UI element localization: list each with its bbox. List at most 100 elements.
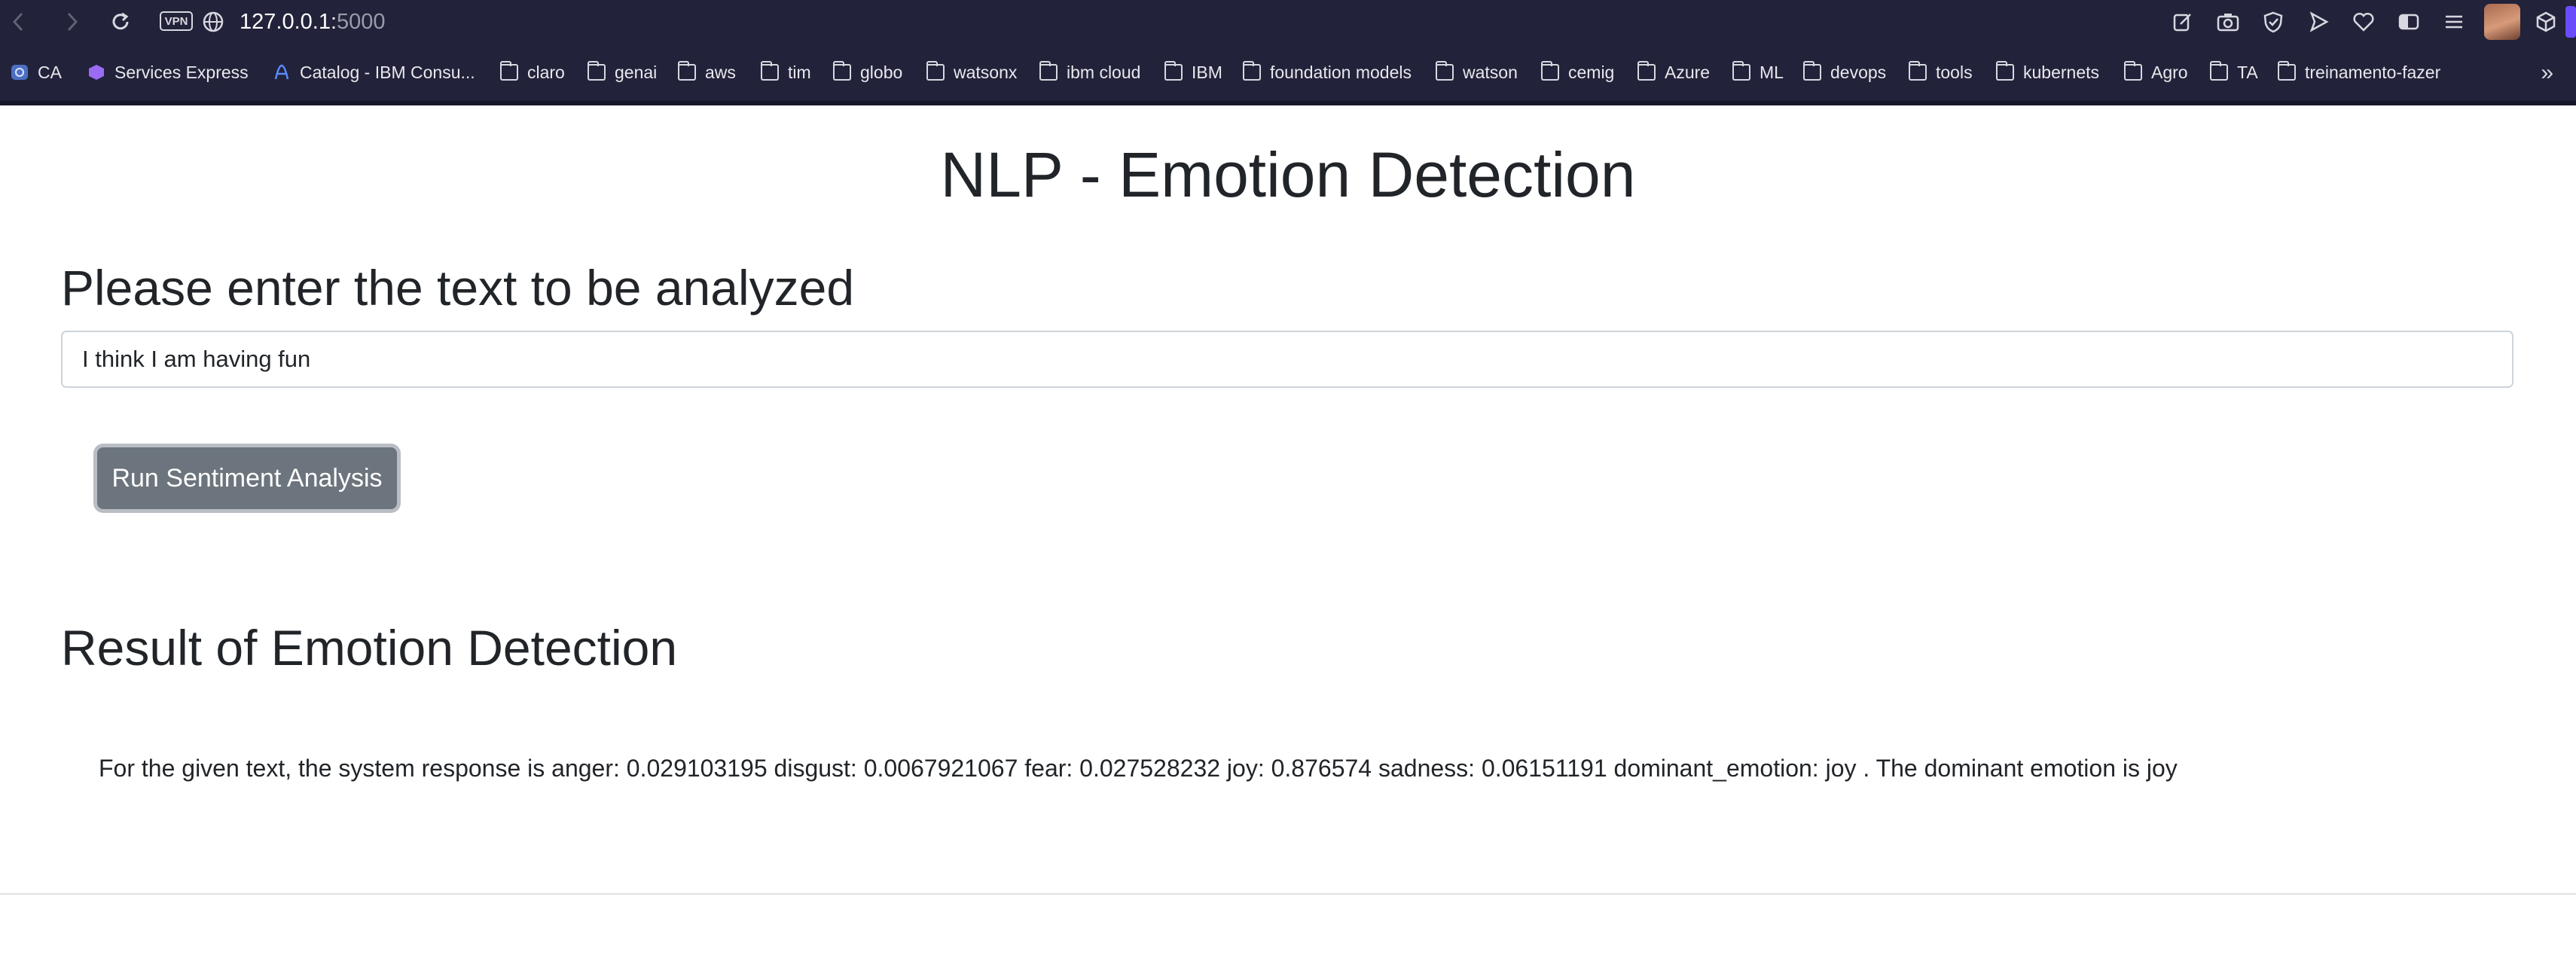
folder-icon xyxy=(500,61,518,81)
bookmark-folder[interactable]: watson xyxy=(1436,44,1518,101)
folder-icon xyxy=(926,61,945,81)
bookmark-folder[interactable]: foundation models xyxy=(1243,44,1412,101)
page-title: NLP - Emotion Detection xyxy=(940,139,1636,210)
bookmark-folder[interactable]: ML xyxy=(1732,44,1784,101)
url-host: 127.0.0.1: xyxy=(240,10,337,34)
sidebar-toggle[interactable] xyxy=(2386,0,2431,44)
bookmark-catalog[interactable]: Catalog - IBM Consu... xyxy=(273,44,475,101)
forward-button[interactable] xyxy=(57,7,87,37)
catalog-icon xyxy=(274,64,289,80)
run-sentiment-analysis-button[interactable]: Run Sentiment Analysis xyxy=(97,447,397,509)
ca-icon xyxy=(11,65,28,80)
send-icon xyxy=(2309,11,2329,32)
bookmark-folder[interactable]: tools xyxy=(1909,44,1973,101)
globe-icon xyxy=(203,11,224,32)
bookmark-folder[interactable]: watsonx xyxy=(926,44,1017,101)
reload-button[interactable] xyxy=(105,7,136,37)
sidebar-icon xyxy=(2398,14,2419,30)
back-button[interactable] xyxy=(3,7,33,37)
bookmark-label: treinamento-fazer xyxy=(2305,62,2441,82)
bookmark-label: CA xyxy=(38,62,62,82)
folder-icon xyxy=(1732,61,1750,81)
bookmark-folder[interactable]: tim xyxy=(761,44,811,101)
vpn-badge[interactable]: VPN xyxy=(160,11,193,31)
folder-icon xyxy=(2210,61,2228,81)
menu-button[interactable] xyxy=(2431,0,2477,44)
bookmark-folder[interactable]: genai xyxy=(588,44,657,101)
bookmark-label: watson xyxy=(1463,62,1518,82)
folder-icon xyxy=(1243,61,1261,81)
bookmark-folder[interactable]: cemig xyxy=(1541,44,1614,101)
folder-icon xyxy=(1996,61,2014,81)
text-to-analyze-input[interactable] xyxy=(61,331,2513,388)
bookmark-folder[interactable]: globo xyxy=(833,44,902,101)
folder-icon xyxy=(1164,61,1183,81)
edit-icon xyxy=(2173,14,2191,32)
bookmark-folder[interactable]: Azure xyxy=(1637,44,1710,101)
extensions-icon xyxy=(2536,11,2556,32)
address-bar[interactable]: 127.0.0.1:5000 xyxy=(240,8,386,36)
bookmark-label: IBM xyxy=(1192,62,1222,82)
folder-icon xyxy=(1637,61,1656,81)
bookmark-folder[interactable]: devops xyxy=(1803,44,1886,101)
bookmark-folder[interactable]: claro xyxy=(500,44,565,101)
folder-icon xyxy=(1436,61,1454,81)
input-heading: Please enter the text to be analyzed xyxy=(61,260,855,316)
divider xyxy=(0,893,2576,895)
bookmark-folder[interactable]: kubernets xyxy=(1996,44,2099,101)
bookmark-services-express[interactable]: Services Express xyxy=(87,44,249,101)
folder-icon xyxy=(678,61,696,81)
bookmark-label: tim xyxy=(788,62,811,82)
chevron-right-icon xyxy=(67,12,78,32)
bookmark-label: aws xyxy=(705,62,736,82)
accent-indicator xyxy=(2565,6,2576,38)
bookmark-folder[interactable]: treinamento-fazer xyxy=(2278,44,2440,101)
bookmark-label: Azure xyxy=(1665,62,1711,82)
bookmark-ca[interactable]: CA xyxy=(11,44,62,101)
bookmark-label: globo xyxy=(860,62,903,82)
bookmark-folder[interactable]: aws xyxy=(678,44,736,101)
bookmark-label: devops xyxy=(1830,62,1887,82)
folder-icon xyxy=(1803,61,1821,81)
folder-icon xyxy=(588,61,606,81)
bookmark-label: cemig xyxy=(1568,62,1615,82)
folder-icon xyxy=(2124,61,2142,81)
bookmark-label: Services Express xyxy=(114,62,249,82)
edit-button[interactable] xyxy=(2160,0,2205,44)
send-button[interactable] xyxy=(2296,0,2341,44)
heart-icon xyxy=(2353,12,2374,32)
bookmark-label: tools xyxy=(1936,62,1973,82)
shield-icon xyxy=(2263,11,2283,33)
bookmark-folder[interactable]: Agro xyxy=(2124,44,2188,101)
bookmarks-bar: CA Services Express Catalog - IBM Consu.… xyxy=(0,44,2576,105)
shield-button[interactable] xyxy=(2251,0,2296,44)
bookmark-label: TA xyxy=(2237,62,2258,82)
system-response-text: For the given text, the system response … xyxy=(99,755,2178,782)
bookmark-label: foundation models xyxy=(1270,62,1412,82)
bookmark-label: ibm cloud xyxy=(1067,62,1141,82)
bookmark-label: Catalog - IBM Consu... xyxy=(300,62,475,82)
bookmark-folder[interactable]: ibm cloud xyxy=(1039,44,1140,101)
bookmark-label: claro xyxy=(527,62,565,82)
bookmark-folder[interactable]: TA xyxy=(2210,44,2258,101)
bookmark-folder[interactable]: IBM xyxy=(1164,44,1222,101)
screenshot-button[interactable] xyxy=(2205,0,2251,44)
bookmark-label: kubernets xyxy=(2023,62,2100,82)
avatar[interactable] xyxy=(2484,4,2520,40)
folder-icon xyxy=(1541,61,1559,81)
result-heading: Result of Emotion Detection xyxy=(61,620,678,676)
folder-icon xyxy=(1909,61,1927,81)
extensions-button[interactable] xyxy=(2529,0,2562,44)
favorites-button[interactable] xyxy=(2341,0,2386,44)
folder-icon xyxy=(833,61,851,81)
camera-icon xyxy=(2217,14,2239,32)
bookmark-label: watsonx xyxy=(954,62,1018,82)
folder-icon xyxy=(761,61,779,81)
chevron-left-icon xyxy=(12,12,23,32)
bookmark-label: Agro xyxy=(2151,62,2188,82)
reload-icon xyxy=(112,12,129,30)
page-content: NLP - Emotion Detection Please enter the… xyxy=(0,105,2576,961)
more-bookmarks-button[interactable]: » xyxy=(2541,60,2553,86)
menu-icon xyxy=(2446,15,2462,29)
bookmark-label: ML xyxy=(1760,62,1784,82)
